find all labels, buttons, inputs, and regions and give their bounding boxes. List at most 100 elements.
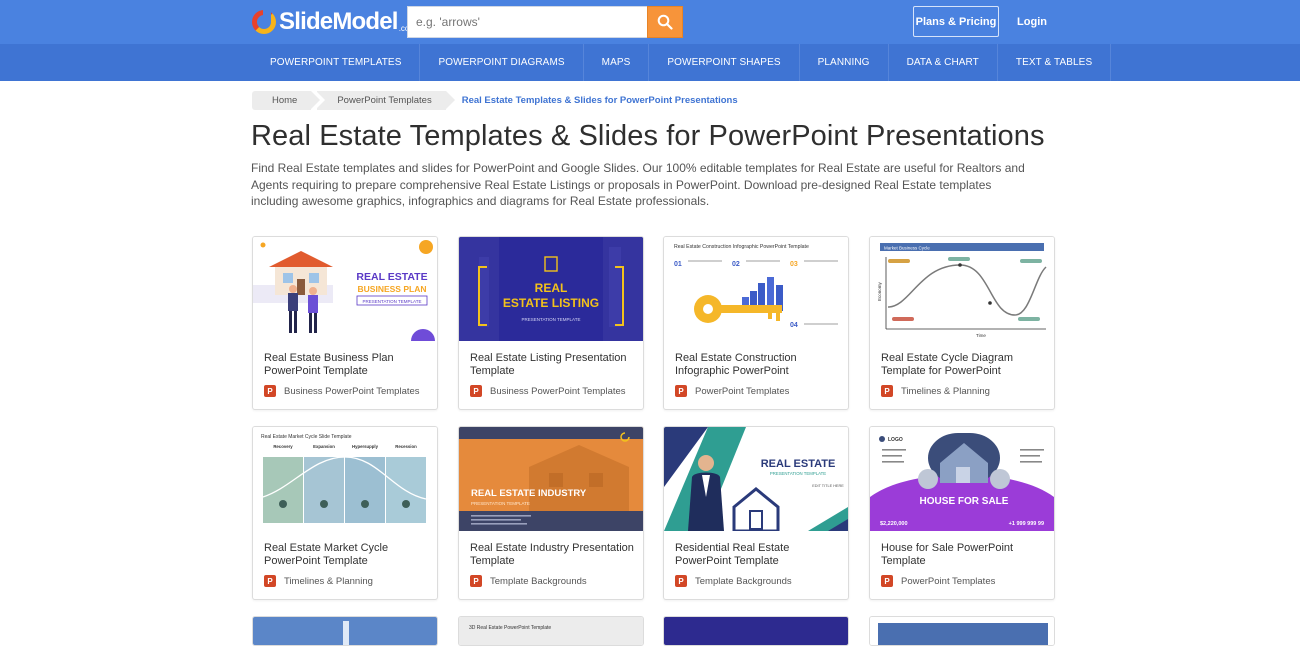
thumb-text: PRESENTATION TEMPLATE — [471, 501, 530, 506]
template-card[interactable]: HOUSE FOR SALE $2,220,000 +1 999 999 99 … — [869, 426, 1055, 600]
breadcrumb-powerpoint-templates[interactable]: PowerPoint Templates — [316, 91, 456, 110]
template-card-category[interactable]: P Template Backgrounds — [675, 575, 792, 587]
thumb-text: PRESENTATION TEMPLATE — [363, 299, 422, 304]
template-card[interactable]: Real Estate Construction Infographic Pow… — [663, 236, 849, 410]
thumb-text: EDIT TITLE HERE — [812, 484, 844, 488]
thumb-text: 03 — [790, 261, 798, 268]
thumb-text: LOGO — [888, 437, 903, 443]
site-logo[interactable]: SlideModel .com — [252, 7, 416, 37]
template-thumbnail[interactable]: 3D Real Estate PowerPoint Template — [459, 617, 644, 646]
logo-text: SlideModel — [279, 8, 398, 35]
template-card-title[interactable]: Real Estate Construction Infographic Pow… — [675, 352, 845, 377]
thumb-text: Hypersupply — [352, 444, 379, 449]
breadcrumb: Home PowerPoint Templates Real Estate Te… — [252, 91, 738, 110]
logo-icon — [252, 9, 276, 35]
plans-pricing-button[interactable]: Plans & Pricing — [913, 6, 999, 37]
breadcrumb-home[interactable]: Home — [252, 91, 321, 110]
nav-powerpoint-shapes[interactable]: POWERPOINT SHAPES — [649, 44, 800, 81]
template-thumbnail[interactable]: HOUSE FOR SALE $2,220,000 +1 999 999 99 … — [870, 427, 1054, 531]
template-card-category[interactable]: P Timelines & Planning — [881, 385, 990, 397]
thumb-text: Economy — [877, 281, 882, 301]
template-card-category[interactable]: P Template Backgrounds — [470, 575, 587, 587]
template-card-title[interactable]: Real Estate Market Cycle PowerPoint Temp… — [264, 542, 434, 567]
category-label[interactable]: Business PowerPoint Templates — [284, 386, 420, 397]
category-label[interactable]: PowerPoint Templates — [901, 576, 995, 587]
thumb-text: Time — [976, 333, 986, 338]
login-link[interactable]: Login — [1012, 6, 1052, 37]
top-header: SlideModel .com Plans & Pricing Login — [0, 0, 1300, 44]
thumb-text: HOUSE FOR SALE — [920, 496, 1009, 507]
template-card[interactable] — [663, 616, 849, 646]
template-thumbnail[interactable]: Real Estate Construction Infographic Pow… — [664, 237, 848, 341]
page-description: Find Real Estate templates and slides fo… — [251, 161, 1025, 208]
thumb-text: Market Business Cycle — [884, 246, 930, 251]
template-card-category[interactable]: P PowerPoint Templates — [881, 575, 995, 587]
thumb-text: 02 — [732, 261, 740, 268]
nav-maps[interactable]: MAPS — [584, 44, 650, 81]
powerpoint-icon: P — [881, 385, 893, 397]
nav-powerpoint-templates[interactable]: POWERPOINT TEMPLATES — [252, 44, 421, 81]
template-card[interactable]: REAL ESTATE LISTING PRESENTATION TEMPLAT… — [458, 236, 644, 410]
thumb-text: REAL — [535, 281, 568, 295]
thumb-text: 3D Real Estate PowerPoint Template — [469, 625, 551, 631]
powerpoint-icon: P — [470, 575, 482, 587]
powerpoint-icon: P — [675, 575, 687, 587]
search-button[interactable] — [647, 6, 683, 38]
search-input[interactable] — [407, 6, 647, 38]
template-card[interactable]: Market Business Cycle Time Economy Real … — [869, 236, 1055, 410]
nav-data-chart[interactable]: DATA & CHART — [889, 44, 998, 81]
template-card-category[interactable]: P Business PowerPoint Templates — [264, 385, 420, 397]
template-card-title[interactable]: Residential Real Estate PowerPoint Templ… — [675, 542, 845, 567]
template-thumbnail[interactable] — [664, 617, 849, 646]
category-label[interactable]: Template Backgrounds — [695, 576, 792, 587]
category-label[interactable]: PowerPoint Templates — [695, 386, 789, 397]
thumb-text: $2,220,000 — [880, 521, 908, 527]
category-label[interactable]: Template Backgrounds — [490, 576, 587, 587]
template-card[interactable]: Real Estate Market Cycle Slide Template … — [252, 426, 438, 600]
template-thumbnail[interactable]: REAL ESTATE LISTING PRESENTATION TEMPLAT… — [459, 237, 643, 341]
template-card-title[interactable]: Real Estate Cycle Diagram Template for P… — [881, 352, 1051, 377]
nav-text-tables[interactable]: TEXT & TABLES — [998, 44, 1112, 81]
breadcrumb-current: Real Estate Templates & Slides for Power… — [461, 95, 738, 106]
page-title: Real Estate Templates & Slides for Power… — [251, 120, 1045, 152]
thumb-text: 01 — [674, 261, 682, 268]
thumb-text: REAL ESTATE — [356, 271, 427, 283]
template-card[interactable]: 3D Real Estate PowerPoint Template — [458, 616, 644, 646]
category-label[interactable]: Business PowerPoint Templates — [490, 386, 626, 397]
template-thumbnail[interactable] — [870, 617, 1055, 646]
powerpoint-icon: P — [470, 385, 482, 397]
powerpoint-icon: P — [264, 385, 276, 397]
template-thumbnail[interactable]: Market Business Cycle Time Economy — [870, 237, 1054, 341]
template-card-title[interactable]: Real Estate Industry Presentation Templa… — [470, 542, 640, 567]
thumb-text: BUSINESS PLAN — [358, 284, 427, 294]
powerpoint-icon: P — [881, 575, 893, 587]
template-card-category[interactable]: P Timelines & Planning — [264, 575, 373, 587]
thumb-text: Recovery — [273, 444, 293, 449]
nav-planning[interactable]: PLANNING — [800, 44, 889, 81]
thumb-text: PRESENTATION TEMPLATE — [770, 471, 826, 476]
template-card-title[interactable]: House for Sale PowerPoint Template — [881, 542, 1051, 567]
thumb-text: ESTATE LISTING — [503, 296, 599, 310]
template-card-category[interactable]: P PowerPoint Templates — [675, 385, 789, 397]
thumb-text: Expansion — [313, 444, 335, 449]
template-card[interactable]: REAL ESTATE BUSINESS PLAN PRESENTATION T… — [252, 236, 438, 410]
category-label[interactable]: Timelines & Planning — [284, 576, 373, 587]
powerpoint-icon: P — [675, 385, 687, 397]
template-thumbnail[interactable]: REAL ESTATE INDUSTRY PRESENTATION TEMPLA… — [459, 427, 643, 531]
template-thumbnail[interactable]: REAL ESTATE BUSINESS PLAN PRESENTATION T… — [253, 237, 437, 341]
thumb-text: Real Estate Construction Infographic Pow… — [674, 244, 809, 250]
thumb-text: REAL ESTATE INDUSTRY — [471, 488, 587, 499]
nav-powerpoint-diagrams[interactable]: POWERPOINT DIAGRAMS — [420, 44, 584, 81]
category-label[interactable]: Timelines & Planning — [901, 386, 990, 397]
template-thumbnail[interactable]: Real Estate Market Cycle Slide Template … — [253, 427, 437, 531]
template-thumbnail[interactable] — [253, 617, 438, 646]
template-thumbnail[interactable]: REAL ESTATE PRESENTATION TEMPLATE EDIT T… — [664, 427, 848, 531]
template-card[interactable] — [252, 616, 438, 646]
template-card[interactable]: REAL ESTATE PRESENTATION TEMPLATE EDIT T… — [663, 426, 849, 600]
template-card-title[interactable]: Real Estate Listing Presentation Templat… — [470, 352, 640, 377]
powerpoint-icon: P — [264, 575, 276, 587]
template-card-title[interactable]: Real Estate Business Plan PowerPoint Tem… — [264, 352, 434, 377]
template-card[interactable]: REAL ESTATE INDUSTRY PRESENTATION TEMPLA… — [458, 426, 644, 600]
template-card-category[interactable]: P Business PowerPoint Templates — [470, 385, 626, 397]
template-card[interactable] — [869, 616, 1055, 646]
